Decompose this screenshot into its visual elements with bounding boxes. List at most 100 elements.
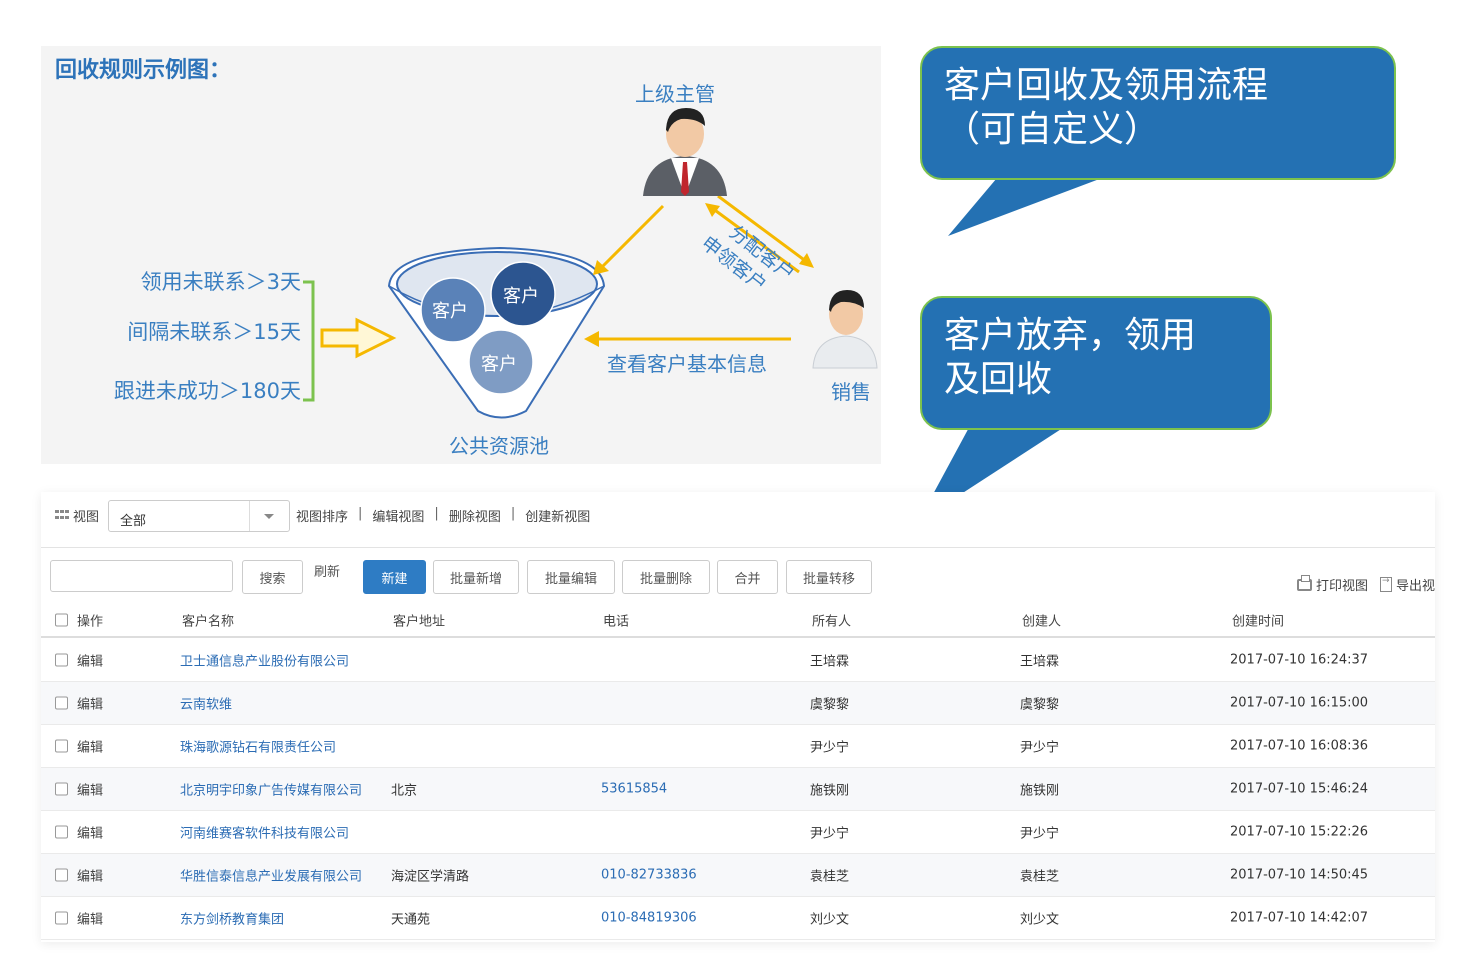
view-select-value: 全部	[120, 514, 147, 529]
batch-delete-button[interactable]: 批量删除	[622, 560, 710, 594]
owner-name: 施铁刚	[810, 783, 850, 799]
delete-view-link[interactable]: 删除视图	[449, 506, 501, 525]
toolbar: 搜索 刷新 新建 批量新增 批量编辑 批量删除 合并 批量转移 打印视图 导出视	[41, 548, 1435, 604]
customer-phone[interactable]: 010-84819306	[601, 911, 697, 926]
table-header: 操作 客户名称 客户地址 电话 所有人 创建人 创建时间	[41, 604, 1435, 638]
pool-label: 公共资源池	[449, 434, 549, 458]
divider: |	[358, 506, 363, 521]
rule-item: 跟进未成功＞180天	[113, 379, 301, 403]
row-checkbox[interactable]	[55, 696, 68, 710]
header-creator[interactable]: 创建人	[1022, 611, 1061, 630]
printer-icon[interactable]	[1296, 574, 1312, 591]
customer-ball-label-2: 客户	[503, 286, 539, 307]
edit-link[interactable]: 编辑	[77, 651, 103, 670]
row-checkbox[interactable]	[55, 653, 68, 667]
row-checkbox[interactable]	[55, 782, 68, 796]
table-row: 编辑 华胜信泰信息产业发展有限公司 海淀区学清路 010-82733836 袁桂芝 袁桂芝…	[41, 854, 1435, 897]
creator-name: 尹少宁	[1020, 826, 1060, 842]
abandon-callout: 客户放弃，领用 及回收	[920, 296, 1272, 430]
customer-address: 天通苑	[391, 912, 431, 928]
header-created[interactable]: 创建时间	[1232, 611, 1284, 630]
customer-name-link[interactable]: 北京明宇印象广告传媒有限公司	[180, 780, 362, 799]
search-input[interactable]	[50, 560, 233, 592]
abandon-callout-line-2: 及回收	[944, 359, 1053, 400]
table-row: 编辑 珠海歌源钻石有限责任公司 尹少宁 尹少宁 2017-07-10 16:08:36	[41, 725, 1435, 768]
creator-name: 施铁刚	[1020, 783, 1060, 799]
view-bar: 视图 全部 视图排序 | 编辑视图 | 删除视图 | 创建新视图	[41, 492, 1435, 548]
creator-name: 袁桂芝	[1020, 869, 1060, 885]
header-phone[interactable]: 电话	[603, 611, 629, 630]
edit-link[interactable]: 编辑	[77, 866, 103, 885]
batch-transfer-button[interactable]: 批量转移	[786, 560, 872, 594]
divider: |	[434, 506, 439, 521]
customer-ball-label-3: 客户	[481, 354, 517, 375]
customer-name-link[interactable]: 东方剑桥教育集团	[180, 909, 284, 928]
chevron-down-icon[interactable]	[249, 501, 289, 531]
view-sort-link[interactable]: 视图排序	[296, 506, 348, 525]
created-time: 2017-07-10 15:22:26	[1230, 824, 1369, 840]
supervisor-avatar	[643, 108, 727, 196]
rules-to-pool-arrow	[320, 317, 397, 359]
table-row: 编辑 河南维赛客软件科技有限公司 尹少宁 尹少宁 2017-07-10 15:22:26	[41, 811, 1435, 854]
create-view-link[interactable]: 创建新视图	[525, 506, 590, 525]
select-all-checkbox[interactable]	[55, 613, 68, 627]
edit-link[interactable]: 编辑	[77, 737, 103, 756]
row-checkbox[interactable]	[55, 911, 68, 925]
batch-add-button[interactable]: 批量新增	[433, 560, 519, 594]
created-time: 2017-07-10 14:50:45	[1230, 867, 1369, 883]
customer-name-link[interactable]: 河南维赛客软件科技有限公司	[180, 823, 349, 842]
row-checkbox[interactable]	[55, 739, 68, 753]
customer-phone[interactable]: 53615854	[601, 782, 667, 797]
new-button[interactable]: 新建	[363, 560, 426, 594]
print-view-link[interactable]: 打印视图	[1316, 575, 1368, 594]
refresh-link[interactable]: 刷新	[314, 561, 340, 580]
abandon-callout-line-1: 客户放弃，领用	[944, 315, 1197, 356]
view-label: 视图	[73, 510, 100, 525]
header-action: 操作	[77, 614, 104, 630]
rule-item: 间隔未联系＞15天	[127, 320, 301, 344]
header-name[interactable]: 客户名称	[182, 611, 234, 630]
supervisor-to-pool-arrow	[599, 204, 665, 270]
owner-name: 袁桂芝	[810, 869, 850, 885]
customer-ball-label-1: 客户	[432, 301, 468, 322]
table-row: 编辑 卫士通信息产业股份有限公司 王培霖 王培霖 2017-07-10 16:24:37	[41, 639, 1435, 682]
row-checkbox[interactable]	[55, 868, 68, 882]
header-owner[interactable]: 所有人	[812, 611, 851, 630]
merge-button[interactable]: 合并	[717, 560, 778, 594]
divider: |	[510, 506, 516, 521]
rule-item: 领用未联系＞3天	[140, 270, 301, 294]
edit-view-link[interactable]: 编辑视图	[372, 506, 424, 525]
created-time: 2017-07-10 15:46:24	[1230, 781, 1369, 797]
creator-name: 刘少文	[1020, 912, 1060, 928]
search-button[interactable]: 搜索	[242, 560, 303, 594]
customer-name-link[interactable]: 卫士通信息产业股份有限公司	[180, 651, 349, 670]
view-info-label: 查看客户基本信息	[607, 352, 767, 376]
edit-link[interactable]: 编辑	[77, 823, 103, 842]
sales-avatar	[812, 290, 878, 369]
customer-phone[interactable]: 010-82733836	[601, 868, 697, 883]
customer-address: 北京	[391, 783, 418, 799]
flow-callout-line-2: （可自定义）	[944, 109, 1161, 150]
table-row: 编辑 东方剑桥教育集团 天通苑 010-84819306 刘少文 刘少文 2017-07-1…	[41, 897, 1435, 940]
edit-link[interactable]: 编辑	[77, 909, 103, 928]
customer-name-link[interactable]: 珠海歌源钻石有限责任公司	[180, 737, 336, 756]
creator-name: 虞黎黎	[1020, 697, 1060, 713]
supervisor-label: 上级主管	[635, 82, 715, 106]
customer-name-link[interactable]: 云南软维	[180, 694, 232, 713]
export-icon[interactable]	[1379, 576, 1392, 592]
edit-link[interactable]: 编辑	[77, 780, 103, 799]
row-checkbox[interactable]	[55, 825, 68, 839]
created-time: 2017-07-10 16:08:36	[1230, 738, 1369, 754]
owner-name: 虞黎黎	[810, 697, 850, 713]
batch-edit-button[interactable]: 批量编辑	[527, 560, 615, 594]
created-time: 2017-07-10 16:24:37	[1230, 652, 1369, 668]
edit-link[interactable]: 编辑	[77, 694, 103, 713]
header-address[interactable]: 客户地址	[393, 611, 445, 630]
customer-name-link[interactable]: 华胜信泰信息产业发展有限公司	[180, 866, 362, 885]
view-select[interactable]: 全部	[108, 500, 290, 532]
owner-name: 尹少宁	[810, 826, 850, 842]
creator-name: 王培霖	[1020, 654, 1060, 670]
created-time: 2017-07-10 14:42:07	[1230, 910, 1369, 926]
export-view-link[interactable]: 导出视	[1396, 575, 1435, 594]
owner-name: 王培霖	[810, 654, 850, 670]
